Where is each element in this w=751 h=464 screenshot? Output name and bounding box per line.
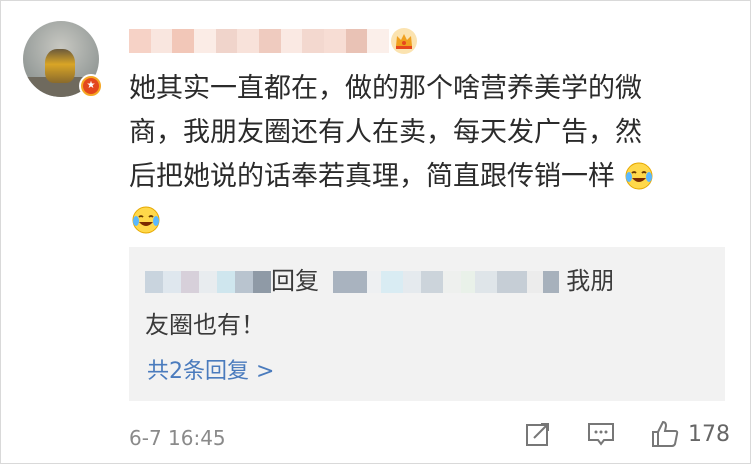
view-all-replies-link[interactable]: 共2条回复 >	[147, 353, 274, 385]
comment-line-3: 后把她说的话奉若真理，简直跟传销一样	[129, 155, 729, 199]
comment-actions: 178	[524, 419, 730, 449]
reply-verb: 回复	[271, 267, 319, 295]
reply-line-2: 友圈也有！	[145, 311, 265, 339]
thumbs-up-icon	[652, 420, 679, 447]
comment-reply-icon[interactable]	[586, 420, 616, 448]
comment-line-3-text: 后把她说的话奉若真理，简直跟传销一样	[129, 161, 615, 192]
crown-vip-icon	[391, 28, 417, 54]
reply-text-tail: 我朋	[566, 267, 615, 295]
reply-preview-box[interactable]: 回复 我朋 友圈也有！ 共2条回复 >	[129, 247, 725, 401]
like-count: 178	[688, 421, 730, 447]
comment-line-1: 她其实一直都在，做的那个啥营养美学的微	[129, 73, 642, 104]
reply-author-blurred[interactable]	[145, 271, 271, 293]
comment-line-4	[129, 199, 729, 243]
like-button[interactable]: 178	[650, 419, 730, 449]
verified-badge-icon: ★	[79, 74, 103, 98]
avatar-figure	[45, 49, 75, 83]
reply-target-blurred[interactable]	[332, 271, 559, 293]
reply-line-1: 回复 我朋	[145, 265, 614, 297]
share-icon[interactable]	[524, 420, 552, 448]
comment-line-2: 商，我朋友圈还有人在卖，每天发广告，然	[129, 117, 642, 148]
crying-laughing-emoji-icon	[625, 162, 653, 190]
comment-text: 她其实一直都在，做的那个啥营养美学的微 商，我朋友圈还有人在卖，每天发广告，然 …	[129, 67, 729, 243]
crying-laughing-emoji-icon	[132, 206, 160, 234]
username-blurred[interactable]	[129, 29, 390, 53]
comment-timestamp: 6-7 16:45	[129, 426, 226, 450]
